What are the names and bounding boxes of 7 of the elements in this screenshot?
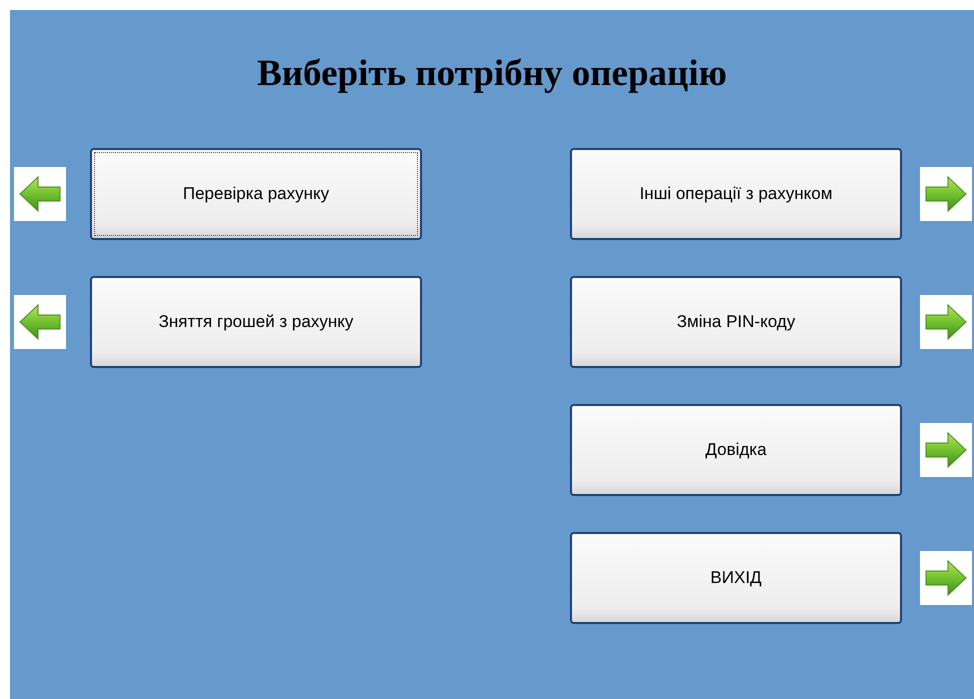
menu-button[interactable]: Інші операції з рахунком — [570, 148, 902, 240]
menu-button[interactable]: Перевірка рахунку — [90, 148, 422, 240]
page-title: Виберіть потрібну операцію — [256, 52, 728, 96]
menu-button[interactable]: Зміна PIN-коду — [570, 276, 902, 368]
menu-button[interactable]: ВИХІД — [570, 532, 902, 624]
menu-button[interactable]: Довідка — [570, 404, 902, 496]
menu-button[interactable]: Зняття грошей з рахунку — [90, 276, 422, 368]
